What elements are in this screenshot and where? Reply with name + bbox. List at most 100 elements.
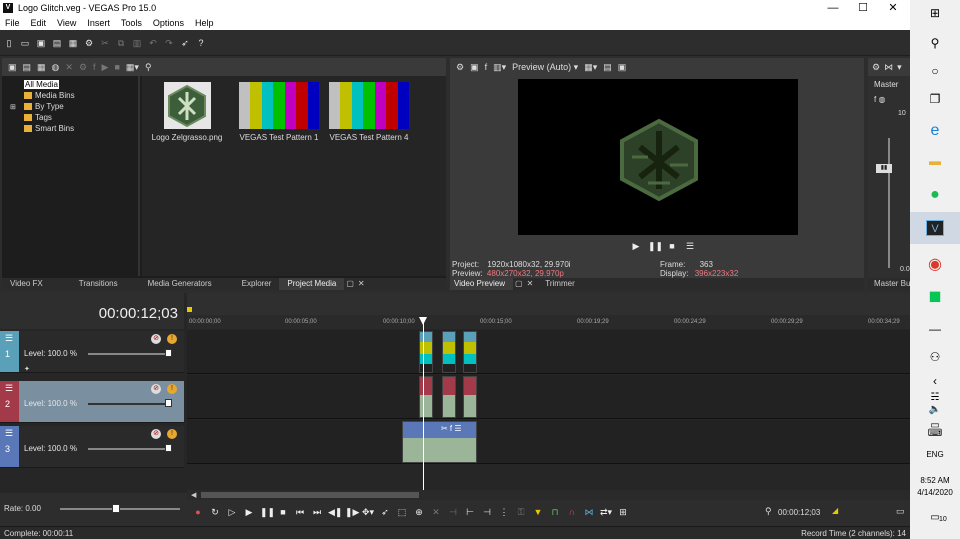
overlays-icon[interactable]: ▦▾ xyxy=(584,62,597,73)
loop-marker-icon[interactable] xyxy=(187,307,192,312)
play-from-start-icon[interactable]: ▷ xyxy=(226,506,238,518)
lock-envelopes-icon[interactable]: ⊞ xyxy=(617,506,629,518)
stop-icon[interactable]: ■ xyxy=(114,62,119,72)
stop-icon[interactable]: ■ xyxy=(666,240,678,252)
master-fx-icon[interactable]: f ◍ xyxy=(874,95,885,104)
video-clip[interactable] xyxy=(419,331,433,373)
track-lane-2[interactable] xyxy=(187,375,910,419)
timeline-scrollbar[interactable]: ◀ xyxy=(187,490,910,500)
track-menu-icon[interactable]: ☰ xyxy=(5,428,13,439)
marker-icon[interactable]: ▼ xyxy=(532,506,544,518)
tab-undock-icon[interactable]: ▢ xyxy=(344,278,356,290)
chrome-icon[interactable]: ◉ xyxy=(910,254,960,274)
tree-item-all-media[interactable]: All Media xyxy=(10,79,138,90)
go-to-start-icon[interactable]: ⏮ xyxy=(294,506,306,518)
video-clip[interactable] xyxy=(419,376,433,418)
get-media-icon[interactable]: ▦ xyxy=(37,62,46,73)
media-item[interactable]: VEGAS Test Pattern 1 xyxy=(236,82,322,142)
solo-icon[interactable]: ! xyxy=(167,429,177,439)
go-to-end-icon[interactable]: ⏭ xyxy=(311,506,323,518)
rate-slider-knob[interactable] xyxy=(112,504,120,513)
pause-icon[interactable]: ❚❚ xyxy=(648,240,663,252)
volume-icon[interactable]: 🔈 xyxy=(910,404,960,415)
lock-icon[interactable]: ⚿ xyxy=(515,506,527,518)
prev-frame-icon[interactable]: ◀❚ xyxy=(328,506,342,518)
render-icon[interactable]: ▦ xyxy=(68,38,78,48)
network-icon[interactable]: ☵ xyxy=(910,392,960,403)
show-hidden-icons-icon[interactable]: ‹ xyxy=(910,374,960,388)
logo-clip[interactable]: ✂ f ☰ xyxy=(402,421,477,463)
edge-icon[interactable]: e xyxy=(910,122,960,140)
trim-start-icon[interactable]: ⊢ xyxy=(464,506,476,518)
menu-help[interactable]: Help xyxy=(190,18,220,28)
level-slider-knob[interactable] xyxy=(165,444,172,452)
fx-icon[interactable]: f xyxy=(93,62,96,72)
record-icon[interactable]: ● xyxy=(192,506,204,518)
timeline-marker-icon[interactable]: ⚲ xyxy=(765,506,772,517)
zoom-tool-icon[interactable]: ⊕ xyxy=(413,506,425,518)
track-lane-3[interactable]: ✂ f ☰ xyxy=(187,420,910,464)
new-icon[interactable]: ▯ xyxy=(4,38,14,48)
stop-icon[interactable]: ■ xyxy=(277,506,289,518)
rate-slider[interactable] xyxy=(60,508,180,510)
preview-menu-icon[interactable]: ☰ xyxy=(684,240,696,252)
pause-icon[interactable]: ❚❚ xyxy=(260,506,275,518)
file-explorer-icon[interactable]: ▬ xyxy=(910,154,960,168)
solo-icon[interactable]: ! xyxy=(167,334,177,344)
menu-tools[interactable]: Tools xyxy=(116,18,148,28)
loop-icon[interactable]: ↻ xyxy=(209,506,221,518)
tree-item-tags[interactable]: Tags xyxy=(10,112,138,123)
search-icon[interactable]: ⚲ xyxy=(910,36,960,50)
minimize-button[interactable]: — xyxy=(818,0,848,16)
expand-timeline-icon[interactable]: ▭ xyxy=(896,506,905,517)
end-marker-icon[interactable]: ◢ xyxy=(832,506,838,515)
preview-fx-icon[interactable]: f xyxy=(485,62,488,72)
level-slider[interactable] xyxy=(88,448,166,450)
time-ruler[interactable]: 00:00:00;00 00:00:05;00 00:00:10;00 00:0… xyxy=(187,315,910,329)
start-icon[interactable]: ⊞ xyxy=(910,6,960,20)
import-media-icon[interactable]: ▣ xyxy=(8,62,17,73)
level-slider-knob[interactable] xyxy=(165,349,172,357)
copy-icon[interactable]: ⧉ xyxy=(116,38,126,48)
tab-transitions[interactable]: Transitions xyxy=(51,278,126,290)
tree-item-media-bins[interactable]: Media Bins xyxy=(10,90,138,101)
snapping-icon[interactable]: ∩ xyxy=(566,506,578,518)
split-icon[interactable]: ⋮ xyxy=(498,506,510,518)
media-item[interactable]: VEGAS Test Pattern 4 xyxy=(326,82,412,142)
crossfade-icon[interactable]: ⇄▾ xyxy=(600,506,612,518)
undo-icon[interactable]: ↶ xyxy=(148,38,158,48)
maximize-button[interactable]: ☐ xyxy=(848,0,878,16)
cut-icon[interactable]: ✂ xyxy=(100,38,110,48)
tab-media-generators[interactable]: Media Generators xyxy=(126,278,220,290)
scroll-left-icon[interactable]: ◀ xyxy=(191,491,196,499)
tab-undock-icon[interactable]: ▢ xyxy=(513,278,525,290)
play-icon[interactable]: ▶ xyxy=(243,506,255,518)
delete-icon[interactable]: ✕ xyxy=(430,506,442,518)
properties-icon[interactable]: ⚙ xyxy=(79,62,87,73)
video-clip[interactable] xyxy=(463,376,477,418)
paste-icon[interactable]: ▥ xyxy=(132,38,142,48)
tree-item-smart-bins[interactable]: Smart Bins xyxy=(10,123,138,134)
normal-edit-icon[interactable]: ➶ xyxy=(379,506,391,518)
menu-insert[interactable]: Insert xyxy=(82,18,116,28)
cursor-icon[interactable]: ➶ xyxy=(180,38,190,48)
master-fader-knob[interactable]: ▮▮ xyxy=(876,164,892,173)
preview-quality-dropdown[interactable]: Preview (Auto) ▾ xyxy=(512,62,578,73)
preview-settings-icon[interactable]: ⚙ xyxy=(456,62,464,73)
selection-tool-icon[interactable]: ⬚ xyxy=(396,506,408,518)
level-slider[interactable] xyxy=(88,403,166,405)
automation-icon[interactable]: ✦ xyxy=(24,365,30,373)
people-icon[interactable]: ⚇ xyxy=(910,350,960,364)
capture-icon[interactable]: ▤ xyxy=(23,62,32,73)
redo-icon[interactable]: ↷ xyxy=(164,38,174,48)
open-icon[interactable]: ▭ xyxy=(20,38,30,48)
play-icon[interactable]: ▶ xyxy=(630,240,642,252)
clock-date[interactable]: 4/14/2020 xyxy=(910,488,960,497)
delete-icon[interactable]: ✕ xyxy=(65,62,73,73)
remove-media-icon[interactable]: ◍ xyxy=(52,62,60,73)
video-clip[interactable] xyxy=(442,331,456,373)
level-slider[interactable] xyxy=(88,353,166,355)
clip-fx-icon[interactable]: ✂ f ☰ xyxy=(441,424,462,433)
tab-explorer[interactable]: Explorer xyxy=(220,278,280,290)
region-icon[interactable]: ⊓ xyxy=(549,506,561,518)
